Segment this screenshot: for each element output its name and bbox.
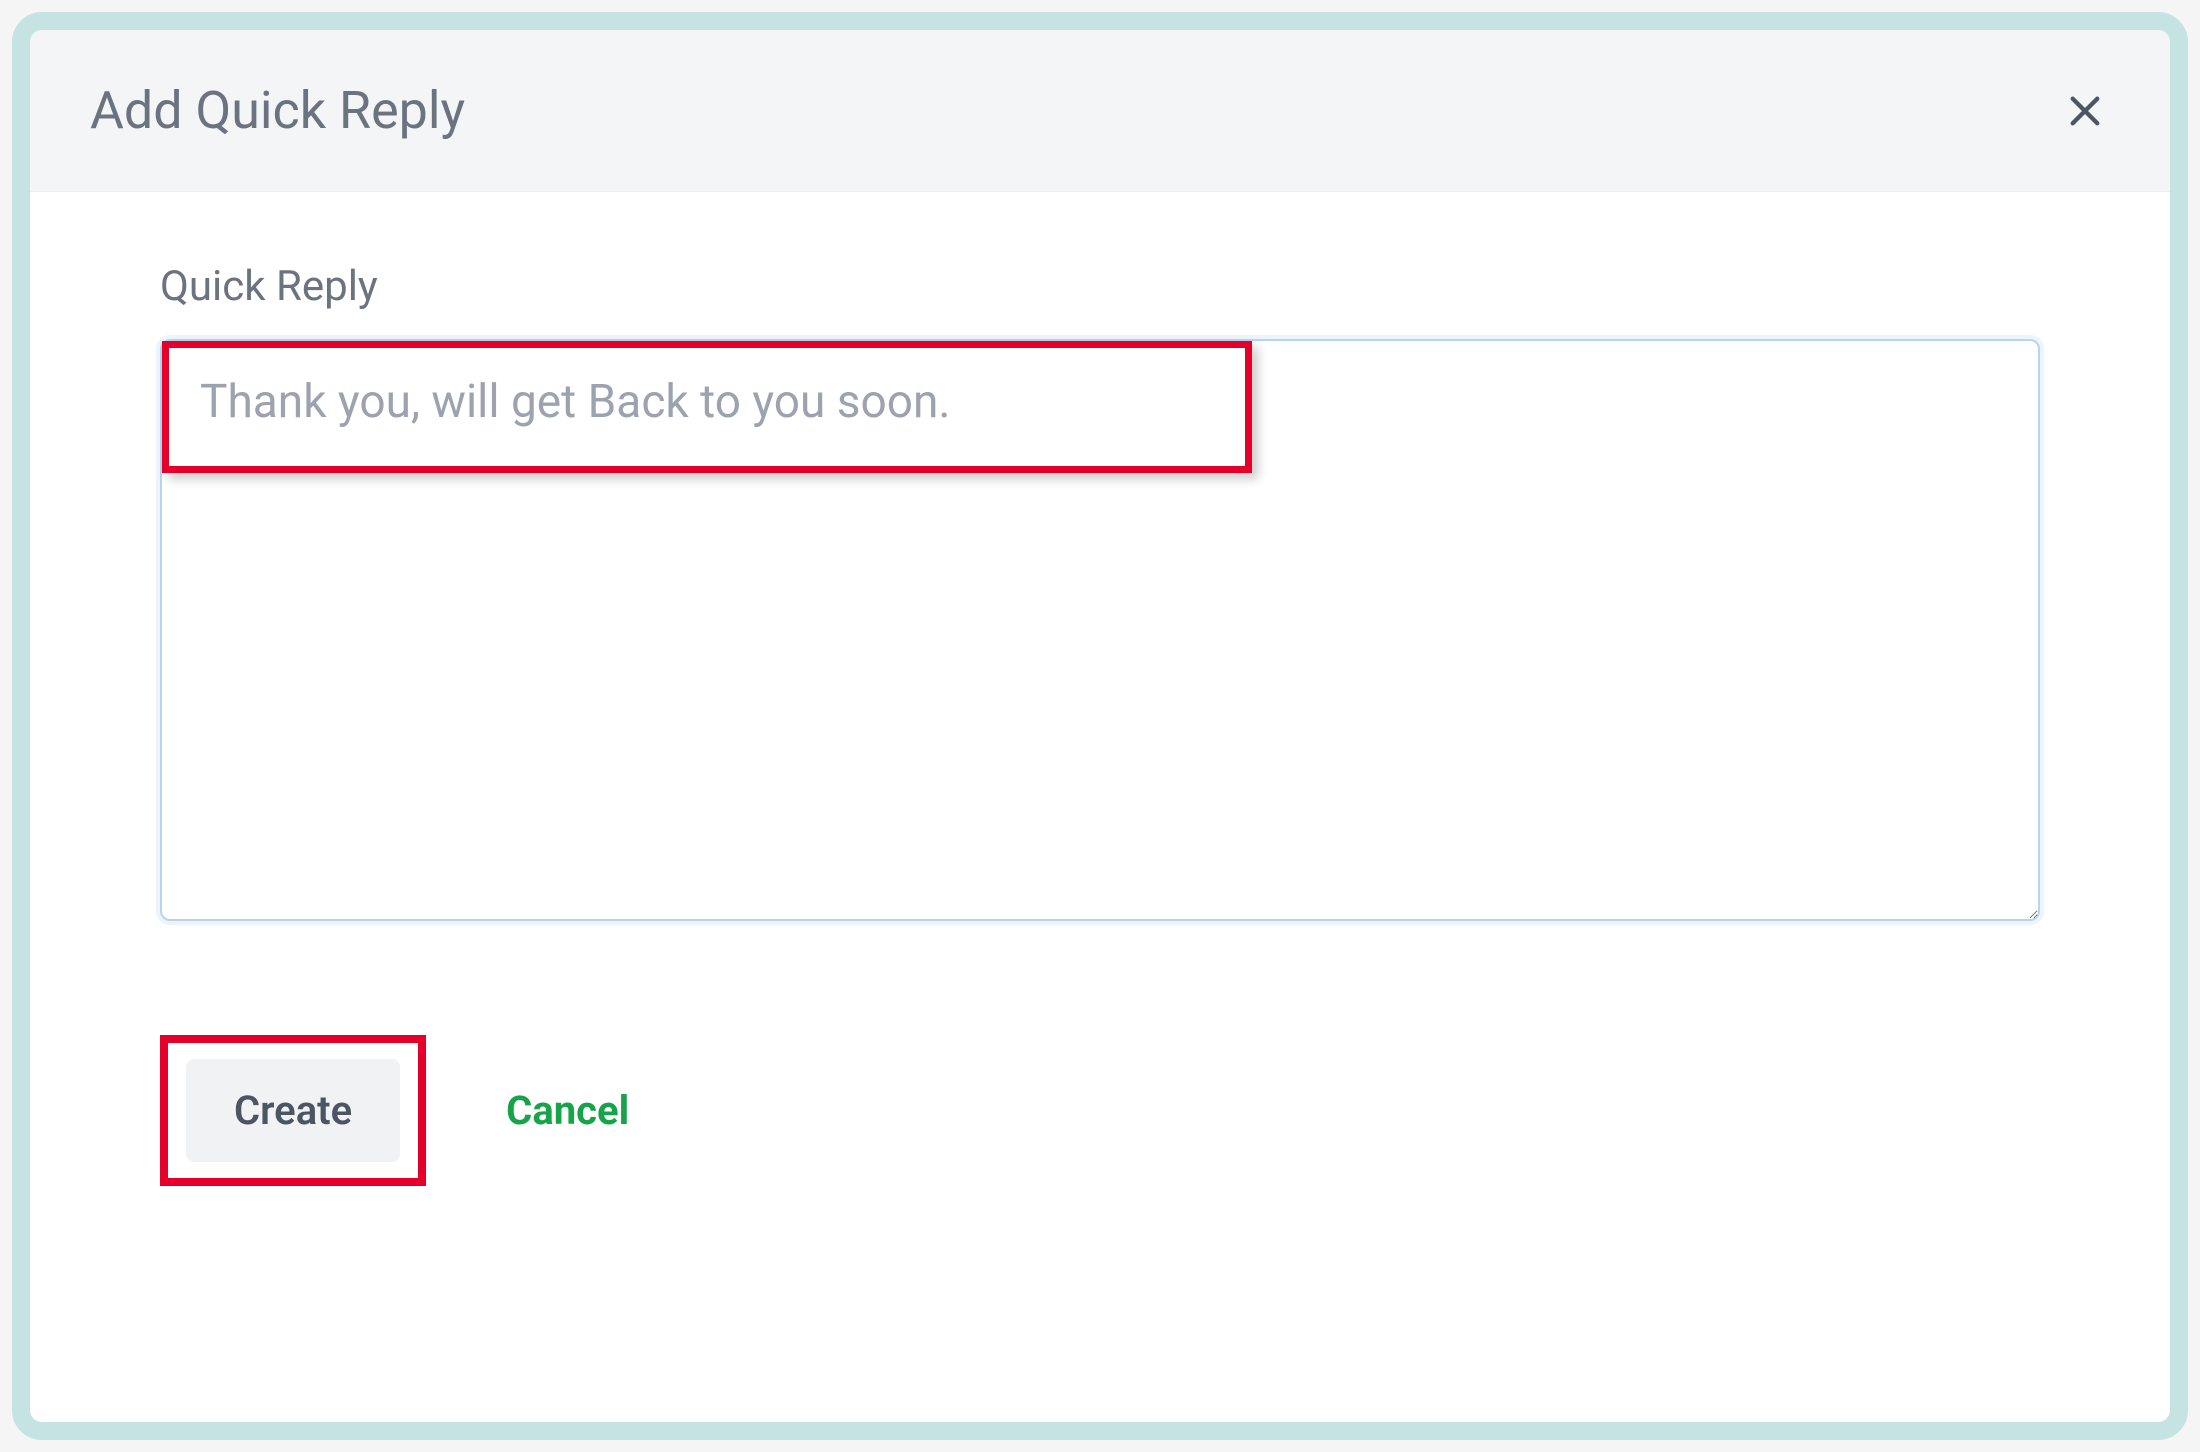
close-button[interactable] <box>2060 86 2110 136</box>
quick-reply-textarea[interactable] <box>160 339 2040 921</box>
close-icon <box>2064 90 2106 132</box>
modal-header: Add Quick Reply <box>30 30 2170 192</box>
textarea-wrapper <box>160 339 2040 925</box>
modal-footer: Create Cancel <box>30 925 2170 1266</box>
quick-reply-label: Quick Reply <box>160 262 2040 311</box>
modal-title: Add Quick Reply <box>90 80 465 141</box>
annotation-highlight-button: Create <box>160 1035 426 1186</box>
cancel-button[interactable]: Cancel <box>506 1087 629 1134</box>
modal-container: Add Quick Reply Quick Reply Create Cance… <box>12 12 2188 1440</box>
modal-body: Quick Reply <box>30 192 2170 925</box>
create-button[interactable]: Create <box>186 1059 400 1162</box>
